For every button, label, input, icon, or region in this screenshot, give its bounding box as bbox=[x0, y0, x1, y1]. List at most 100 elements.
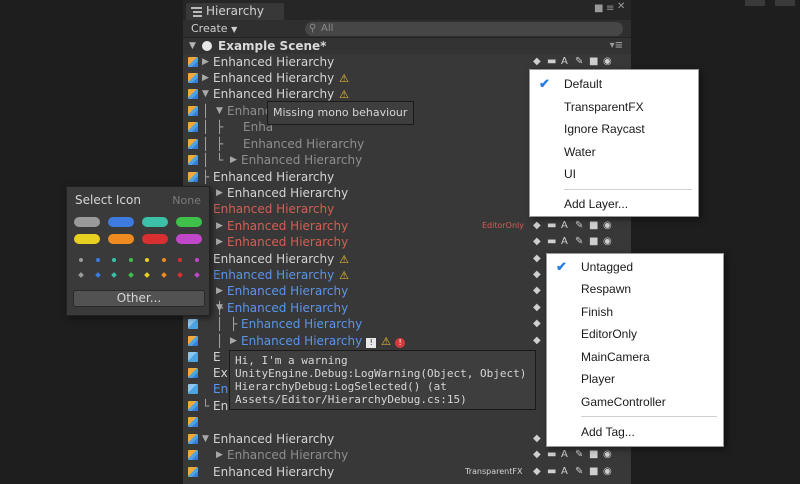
foldout-collapsed-icon[interactable]: ▶ bbox=[216, 218, 223, 234]
lock-icon[interactable]: ■ bbox=[589, 464, 598, 480]
visibility-icon[interactable]: ◉ bbox=[603, 447, 612, 463]
add-tag-item[interactable]: Add Tag... bbox=[547, 422, 723, 442]
label-icon-option[interactable] bbox=[142, 217, 168, 227]
diamond-icon-option[interactable] bbox=[160, 272, 167, 278]
diamond-icon-option[interactable] bbox=[193, 272, 200, 278]
layers-icon[interactable]: ◆ bbox=[533, 431, 541, 447]
tab-menu-icon[interactable]: ≡ bbox=[606, 3, 614, 15]
diamond-icon-option[interactable] bbox=[94, 272, 101, 278]
hierarchy-row[interactable]: ▶ Enhanced Hierarchy ◆ ▬ A ✎ ■ ◉ bbox=[183, 54, 631, 70]
tag-icon[interactable]: ▬ bbox=[547, 464, 556, 480]
hierarchy-row[interactable]: ▶ Enhanced Hierarchy ◆ ▬ A ✎ ■ ◉ bbox=[183, 447, 631, 463]
foldout-expanded-icon[interactable]: ▼ bbox=[202, 431, 209, 447]
layer-menu-item[interactable]: UI bbox=[530, 164, 698, 184]
foldout-expanded-icon[interactable]: ▼ bbox=[216, 300, 223, 316]
lock-icon[interactable]: ■ bbox=[594, 3, 603, 15]
layers-icon[interactable]: ◆ bbox=[533, 300, 541, 316]
tab-hierarchy[interactable]: Hierarchy bbox=[185, 2, 285, 20]
label-icon-option[interactable] bbox=[108, 234, 134, 244]
hierarchy-row[interactable]: ├▶Enhanced Hierarchy◆▬A✎■◉ bbox=[183, 234, 631, 250]
tag-menu-item[interactable]: GameController bbox=[547, 392, 723, 412]
search-input[interactable]: ⚲ All bbox=[305, 22, 623, 36]
diamond-icon-option[interactable] bbox=[111, 272, 117, 278]
diamond-icon-option[interactable] bbox=[127, 272, 134, 278]
dot-icon-option[interactable] bbox=[95, 258, 100, 262]
dot-icon-option[interactable] bbox=[194, 258, 199, 262]
visibility-icon[interactable]: ◉ bbox=[603, 464, 612, 480]
layers-icon[interactable]: ◆ bbox=[533, 333, 541, 349]
static-icon[interactable]: A bbox=[561, 218, 568, 234]
layers-icon[interactable]: ◆ bbox=[533, 234, 541, 250]
visibility-icon[interactable]: ◉ bbox=[603, 234, 612, 250]
add-layer-item[interactable]: Add Layer... bbox=[530, 194, 698, 214]
diamond-icon-option[interactable] bbox=[78, 272, 84, 278]
other-icon-button[interactable]: Other... bbox=[73, 290, 205, 307]
edit-icon[interactable]: ✎ bbox=[575, 218, 583, 234]
foldout-collapsed-icon[interactable]: ▶ bbox=[216, 447, 223, 463]
scene-options-icon[interactable]: ▾≡ bbox=[610, 38, 623, 54]
label-icon-option[interactable] bbox=[74, 217, 100, 227]
lock-icon[interactable]: ■ bbox=[589, 234, 598, 250]
label-icon-option[interactable] bbox=[142, 234, 168, 244]
static-icon[interactable]: A bbox=[561, 447, 568, 463]
foldout-collapsed-icon[interactable]: ▶ bbox=[216, 283, 223, 299]
label-icon-option[interactable] bbox=[108, 217, 134, 227]
label-icon-option[interactable] bbox=[74, 234, 100, 244]
layer-menu-item[interactable]: TransparentFX bbox=[530, 97, 698, 117]
layers-icon[interactable]: ◆ bbox=[533, 464, 541, 480]
hierarchy-row[interactable]: Enhanced Hierarchy TransparentFX ◆ ▬ A ✎ ■ ◉ bbox=[183, 464, 631, 480]
visibility-icon[interactable]: ◉ bbox=[603, 218, 612, 234]
foldout-collapsed-icon[interactable]: ▶ bbox=[216, 234, 223, 250]
lock-icon[interactable]: ■ bbox=[589, 218, 598, 234]
tag-menu-item[interactable]: Respawn bbox=[547, 279, 723, 299]
tag-menu-item[interactable]: Player bbox=[547, 369, 723, 389]
tag-icon[interactable]: ▬ bbox=[547, 54, 556, 70]
visibility-icon[interactable]: ◉ bbox=[603, 54, 612, 70]
layers-icon[interactable]: ◆ bbox=[533, 218, 541, 234]
foldout-collapsed-icon[interactable]: ▶ bbox=[230, 152, 237, 168]
static-icon[interactable]: A bbox=[561, 234, 568, 250]
foldout-expanded-icon[interactable]: ▼ bbox=[216, 103, 223, 119]
edit-icon[interactable]: ✎ bbox=[575, 447, 583, 463]
layers-icon[interactable]: ◆ bbox=[533, 267, 541, 283]
diamond-icon-option[interactable] bbox=[144, 272, 150, 278]
label-icon-option[interactable] bbox=[176, 217, 202, 227]
layers-icon[interactable]: ◆ bbox=[533, 251, 541, 267]
layer-menu-item[interactable]: ✔ Default bbox=[530, 74, 698, 94]
layers-icon[interactable]: ◆ bbox=[533, 283, 541, 299]
tag-menu-item[interactable]: Finish bbox=[547, 302, 723, 322]
dot-icon-option[interactable] bbox=[145, 258, 149, 262]
layer-menu-item[interactable]: Ignore Raycast bbox=[530, 119, 698, 139]
foldout-collapsed-icon[interactable]: ▶ bbox=[202, 70, 209, 86]
edit-icon[interactable]: ✎ bbox=[575, 54, 583, 70]
foldout-collapsed-icon[interactable]: ▶ bbox=[216, 185, 223, 201]
tag-menu-item[interactable]: EditorOnly bbox=[547, 324, 723, 344]
tag-icon[interactable]: ▬ bbox=[547, 234, 556, 250]
static-icon[interactable]: A bbox=[561, 54, 568, 70]
tag-icon[interactable]: ▬ bbox=[547, 447, 556, 463]
tag-icon[interactable]: ▬ bbox=[547, 218, 556, 234]
foldout-expanded-icon[interactable]: ▼ bbox=[202, 86, 209, 102]
tag-menu-item[interactable]: ✔ Untagged bbox=[547, 257, 723, 277]
dot-icon-option[interactable] bbox=[128, 258, 133, 262]
create-dropdown[interactable]: Create ▼ bbox=[191, 22, 237, 36]
layers-icon[interactable]: ◆ bbox=[533, 316, 541, 332]
edit-icon[interactable]: ✎ bbox=[575, 464, 583, 480]
edit-icon[interactable]: ✎ bbox=[575, 234, 583, 250]
layer-menu-item[interactable]: Water bbox=[530, 142, 698, 162]
foldout-collapsed-icon[interactable]: ▶ bbox=[202, 54, 209, 70]
none-option[interactable]: None bbox=[172, 194, 201, 207]
foldout-collapsed-icon[interactable]: ▶ bbox=[230, 333, 237, 349]
tag-menu-item[interactable]: MainCamera bbox=[547, 347, 723, 367]
dot-icon-option[interactable] bbox=[161, 258, 166, 262]
label-icon-option[interactable] bbox=[176, 234, 202, 244]
close-icon[interactable]: ✕ bbox=[617, 1, 625, 13]
static-icon[interactable]: A bbox=[561, 464, 568, 480]
diamond-icon-option[interactable] bbox=[177, 272, 183, 278]
layers-icon[interactable]: ◆ bbox=[533, 54, 541, 70]
hierarchy-row[interactable]: ├▶Enhanced HierarchyEditorOnly◆▬A✎■◉ bbox=[183, 218, 631, 234]
dot-icon-option[interactable] bbox=[79, 258, 83, 262]
scene-header[interactable]: ▼ Example Scene* ▾≡ bbox=[183, 38, 631, 54]
lock-icon[interactable]: ■ bbox=[589, 54, 598, 70]
dot-icon-option[interactable] bbox=[112, 258, 116, 262]
